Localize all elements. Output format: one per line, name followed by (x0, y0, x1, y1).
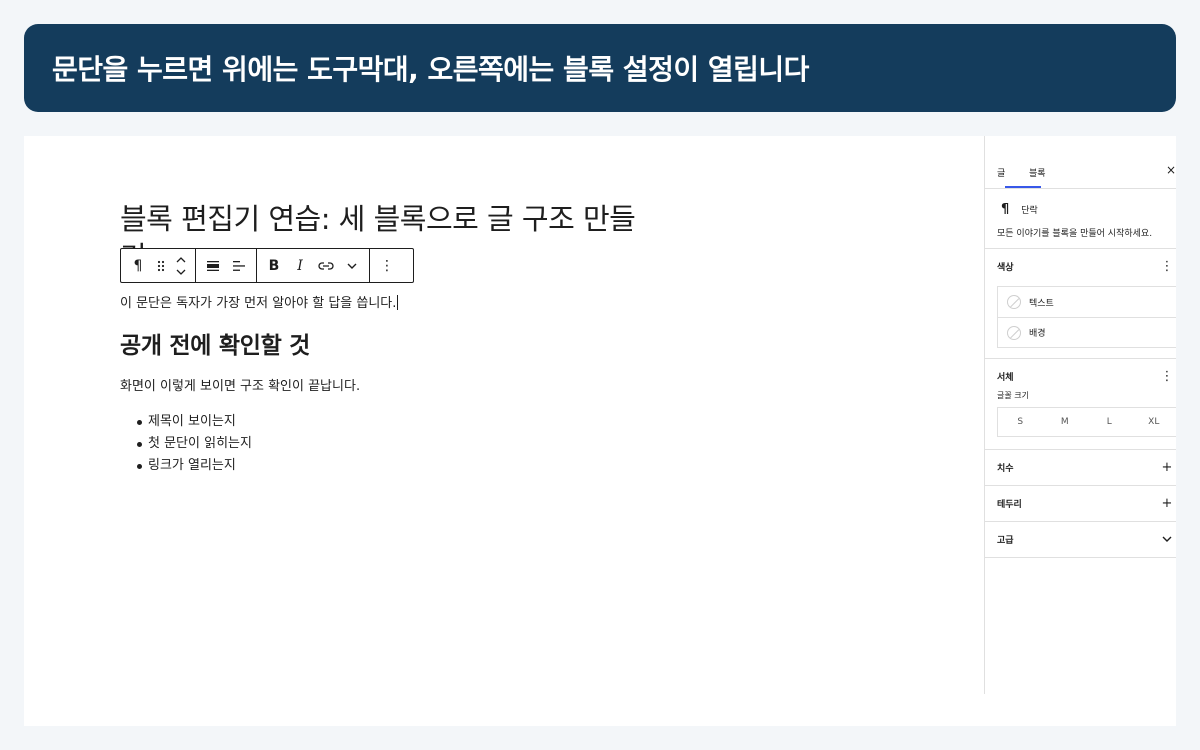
block-card: ¶ 단락 모든 이야기를 블록을 만들어 시작하세요. (985, 189, 1176, 249)
list-item[interactable]: 첫 문단이 읽히는지 (120, 433, 252, 455)
plus-icon[interactable]: + (1158, 460, 1176, 475)
color-option-label: 배경 (1029, 329, 1046, 339)
font-size-xl[interactable]: XL (1132, 417, 1177, 427)
paragraph-block-2[interactable]: 화면이 이렇게 보이면 구조 확인이 끝납니다. (120, 375, 360, 394)
block-toolbar: ¶ B I ⋮ (120, 248, 414, 283)
typography-panel: 서체 ⋮ 글꼴 크기 S M L XL (985, 359, 1176, 450)
editor-screen: 블록 편집기 연습: 세 블록으로 글 구조 만들기 ¶ (24, 136, 1176, 726)
toolbar-align-group (196, 249, 257, 282)
font-size-l[interactable]: L (1087, 417, 1132, 427)
dimensions-panel-header: 치수 + (985, 450, 1176, 485)
border-panel-title: 테두리 (997, 500, 1022, 510)
dimensions-panel-title: 치수 (997, 464, 1014, 474)
move-up-icon[interactable] (176, 256, 186, 264)
more-vertical-icon[interactable]: ⋮ (374, 249, 400, 282)
align-wide-icon[interactable] (200, 249, 226, 282)
more-vertical-icon[interactable]: ⋮ (1158, 369, 1176, 384)
bold-icon[interactable]: B (261, 249, 287, 282)
advanced-panel-title: 고급 (997, 536, 1014, 546)
chevron-down-icon[interactable] (339, 249, 365, 282)
align-left-icon[interactable] (226, 249, 252, 282)
settings-sidebar: 글 블록 × ¶ 단락 모든 이야기를 블록을 만들어 시작하세요. 색상 ⋮ … (984, 136, 1176, 694)
banner-text: 문단을 누르면 위에는 도구막대, 오른쪽에는 블록 설정이 열립니다 (52, 53, 809, 86)
block-card-title: 단락 (1021, 206, 1038, 216)
color-option-text[interactable]: 텍스트 (998, 287, 1176, 317)
paragraph-1-text: 이 문단은 독자가 가장 먼저 알아야 할 답을 씁니다. (120, 296, 397, 311)
pilcrow-glyph: ¶ (133, 257, 143, 274)
block-mover (171, 249, 191, 282)
more-vertical-icon[interactable]: ⋮ (1158, 259, 1176, 274)
font-size-picker: S M L XL (997, 407, 1176, 437)
sidebar-tabs: 글 블록 × (985, 136, 1176, 189)
toolbar-format-group: B I (257, 249, 370, 282)
link-icon[interactable] (313, 249, 339, 282)
toolbar-block-group: ¶ (121, 249, 196, 282)
block-card-header: ¶ 단락 (997, 202, 1164, 217)
active-tab-indicator (1005, 186, 1041, 188)
color-panel-title: 색상 (997, 263, 1014, 273)
pilcrow-icon[interactable]: ¶ (125, 249, 151, 282)
color-options: 텍스트 배경 (997, 286, 1176, 348)
list-item[interactable]: 링크가 열리는지 (120, 455, 252, 477)
color-option-label: 텍스트 (1029, 298, 1054, 309)
dimensions-panel[interactable]: 치수 + (985, 450, 1176, 486)
close-icon[interactable]: × (1166, 163, 1176, 177)
chevron-down-icon[interactable] (1158, 532, 1176, 547)
empty-swatch-icon (1007, 325, 1021, 340)
pilcrow-icon: ¶ (1001, 202, 1010, 217)
italic-icon[interactable]: I (287, 249, 313, 282)
heading-block[interactable]: 공개 전에 확인할 것 (120, 326, 310, 360)
typography-panel-header: 서체 ⋮ (985, 359, 1176, 394)
tab-block[interactable]: 블록 (1029, 166, 1046, 179)
color-option-background[interactable]: 배경 (998, 317, 1176, 347)
font-size-label: 글꼴 크기 (997, 391, 1029, 400)
list-item[interactable]: 제목이 보이는지 (120, 411, 252, 433)
toolbar-options-group: ⋮ (370, 249, 404, 282)
border-panel[interactable]: 테두리 + (985, 486, 1176, 522)
list-block[interactable]: 제목이 보이는지 첫 문단이 읽히는지 링크가 열리는지 (120, 411, 252, 477)
advanced-panel-header: 고급 (985, 522, 1176, 557)
tab-post[interactable]: 글 (997, 166, 1005, 179)
instruction-banner: 문단을 누르면 위에는 도구막대, 오른쪽에는 블록 설정이 열립니다 (24, 24, 1176, 112)
font-size-s[interactable]: S (998, 417, 1043, 427)
color-panel: 색상 ⋮ 텍스트 배경 (985, 249, 1176, 359)
typography-panel-title: 서체 (997, 373, 1014, 383)
color-panel-header: 색상 ⋮ (985, 249, 1176, 284)
empty-swatch-icon (1007, 295, 1021, 309)
move-down-icon[interactable] (176, 268, 186, 276)
plus-icon[interactable]: + (1158, 496, 1176, 511)
paragraph-block-selected[interactable]: 이 문단은 독자가 가장 먼저 알아야 할 답을 씁니다. (120, 292, 399, 311)
font-size-m[interactable]: M (1043, 417, 1088, 427)
block-card-description: 모든 이야기를 블록을 만들어 시작하세요. (997, 229, 1153, 239)
post-title[interactable]: 블록 편집기 연습: 세 블록으로 글 구조 만들기 (120, 200, 660, 250)
editor-canvas: 블록 편집기 연습: 세 블록으로 글 구조 만들기 ¶ (24, 136, 984, 726)
border-panel-header: 테두리 + (985, 486, 1176, 521)
text-caret (397, 295, 399, 310)
drag-handle-icon[interactable] (151, 249, 171, 282)
advanced-panel[interactable]: 고급 (985, 522, 1176, 558)
